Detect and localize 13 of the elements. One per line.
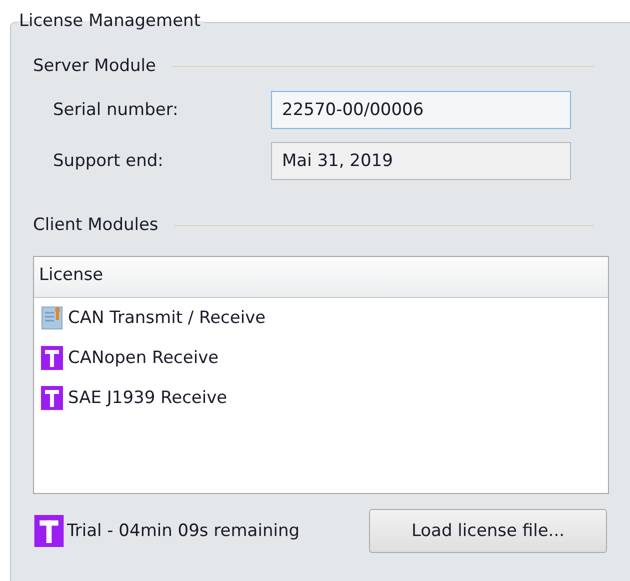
license-name[interactable]: CAN Transmit / Receive: [68, 308, 266, 328]
field-label: Serial number:: [52, 100, 180, 120]
license-name[interactable]: CANopen Receive: [68, 348, 219, 368]
section-title: Server Module: [33, 56, 156, 76]
field-label: Support end:: [52, 151, 164, 171]
license-name[interactable]: SAE J1939 Receive: [68, 388, 228, 408]
section-title: Client Modules: [33, 215, 158, 235]
load-license-button[interactable]: Load license file...: [369, 509, 607, 553]
text-field[interactable]: Mai 31, 2019: [271, 142, 571, 180]
column-header[interactable]: License: [34, 257, 108, 297]
group-title: License Management: [17, 11, 204, 31]
trial-status-text: Trial - 04min 09s remaining: [67, 521, 301, 541]
text-field[interactable]: 22570-00/00006: [271, 91, 571, 129]
